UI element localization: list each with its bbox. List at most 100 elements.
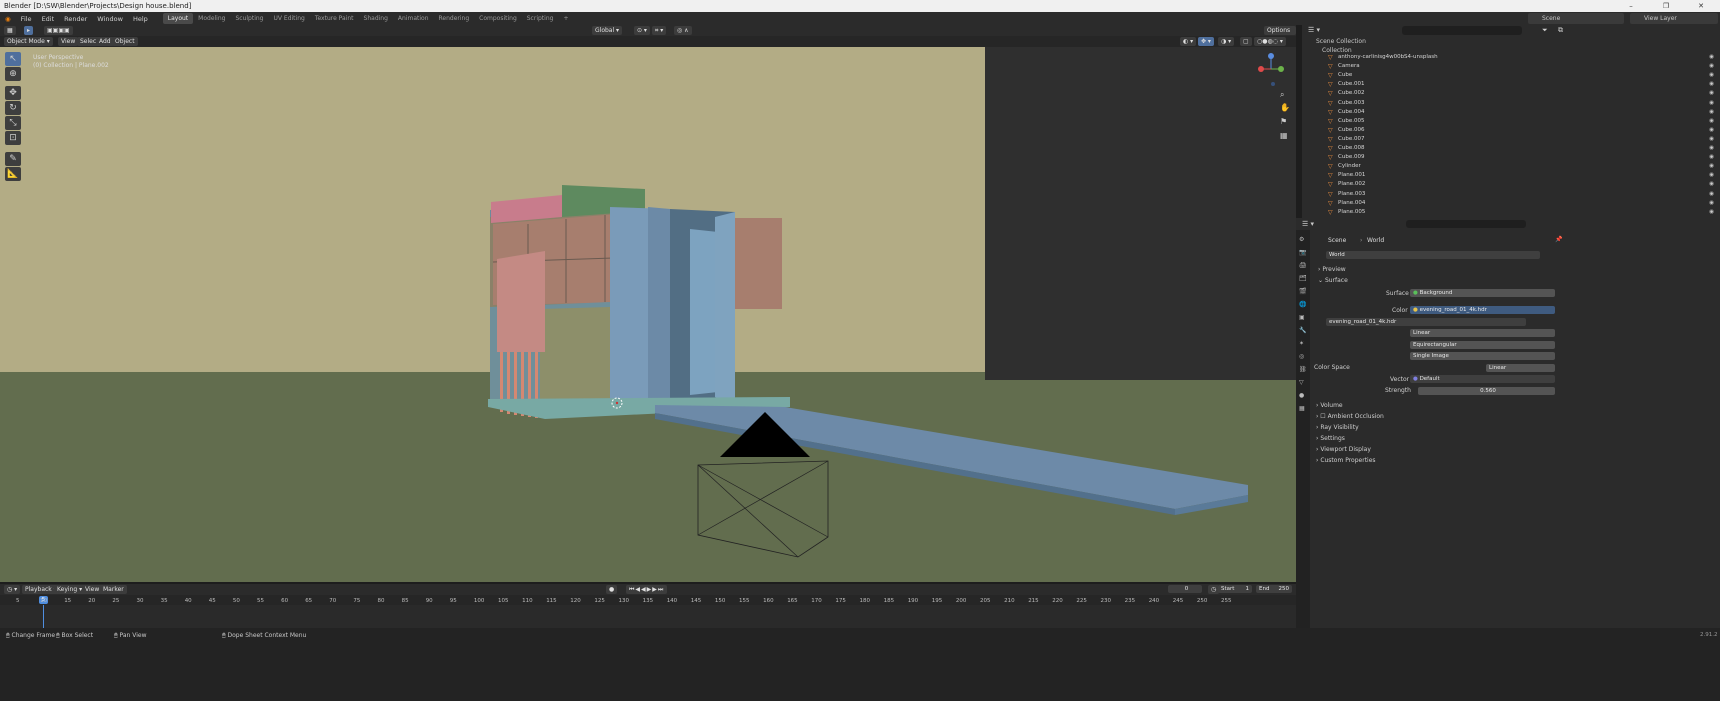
object-mode-dropdown[interactable]: Object Mode ▾ [4,37,53,46]
outliner-row[interactable]: ▽ Cube ◉ [1302,71,1720,80]
options-dropdown[interactable]: Options ▾ [1264,26,1296,43]
tab-sculpting[interactable]: Sculpting [230,13,268,24]
rotate-tool-icon[interactable]: ↻ [5,101,21,115]
tab-texture-paint[interactable]: Texture Paint [310,13,359,24]
tab-compositing[interactable]: Compositing [474,13,522,24]
scene-selector[interactable]: Scene [1528,13,1624,24]
3d-viewport[interactable] [0,47,1296,582]
menu-window[interactable]: Window [92,15,128,23]
cursor-tool-icon[interactable]: ⊕ [5,67,21,81]
panel-custom-properties[interactable]: › Custom Properties [1316,457,1376,464]
menu-help[interactable]: Help [128,15,153,23]
visibility-eye-icon[interactable]: ◉ [1709,71,1714,80]
vector-field[interactable]: ● Default [1410,375,1555,383]
scene-icon[interactable]: 🎬 [1299,288,1306,295]
visibility-eye-icon[interactable]: ◉ [1709,180,1714,189]
visibility-eye-icon[interactable]: ◉ [1709,208,1714,217]
visibility-eye-icon[interactable]: ◉ [1709,99,1714,108]
visibility-eye-icon[interactable]: ◉ [1709,162,1714,171]
visibility-eye-icon[interactable]: ◉ [1709,80,1714,89]
close-window-button[interactable]: ✕ [1686,0,1716,12]
visibility-eye-icon[interactable]: ◉ [1709,89,1714,98]
end-frame-field[interactable]: End 250 [1256,585,1292,593]
panel-ray-visibility[interactable]: › Ray Visibility [1316,424,1359,431]
current-frame-field[interactable]: 0 [1168,585,1202,593]
image-datablock-field[interactable]: evening_road_01_4k.hdr [1326,318,1526,326]
outliner-row[interactable]: ▽ Cube.007 ◉ [1302,135,1720,144]
outliner-row[interactable]: ▽ Cube.005 ◉ [1302,117,1720,126]
visibility-eye-icon[interactable]: ◉ [1709,126,1714,135]
output-icon[interactable]: 🖨 [1299,262,1307,269]
pivot-icon[interactable]: ⊙ ▾ [634,26,650,35]
color-input-field[interactable]: ● evening_road_01_4k.hdr [1410,306,1555,314]
visibility-eye-icon[interactable]: ◉ [1709,108,1714,117]
select-mode-icon[interactable]: ▸ [24,26,34,35]
visibility-eye-icon[interactable]: ◉ [1709,62,1714,71]
view-layer-selector[interactable]: View Layer [1630,13,1718,24]
outliner-row[interactable]: ▽ Cube.002 ◉ [1302,89,1720,98]
record-icon[interactable]: ● [606,585,618,594]
overlay-icon[interactable]: ◑ ▾ [1218,37,1235,46]
outliner-row[interactable]: ▽ Cube.006 ◉ [1302,126,1720,135]
pin-icon[interactable]: 📌 [1555,236,1562,243]
properties-search-input[interactable] [1406,220,1526,228]
visibility-eye-icon[interactable]: ◉ [1709,53,1714,62]
editor-type-icon[interactable]: ▦ [4,26,16,35]
physics-icon[interactable]: ◎ [1299,353,1304,360]
playback-controls-icon[interactable]: ⏮◀◀▶▶⏭ [626,585,668,594]
visibility-eye-icon[interactable]: ◉ [1709,171,1714,180]
menu-add[interactable]: Add [96,37,114,46]
scene-collection-label[interactable]: Scene Collection [1316,38,1366,45]
visibility-eye-icon[interactable]: ◉ [1709,199,1714,208]
proportional-edit-icon[interactable]: ◎ ∧ [674,26,692,35]
menu-render[interactable]: Render [59,15,92,23]
menu-object[interactable]: Object [112,37,138,46]
outliner-row[interactable]: ▽ Plane.002 ◉ [1302,180,1720,189]
visibility-eye-icon[interactable]: ◉ [1709,117,1714,126]
render-icon[interactable]: 📷 [1299,249,1306,256]
outliner-row[interactable]: ▽ Cube.008 ◉ [1302,144,1720,153]
tab-animation[interactable]: Animation [393,13,434,24]
move-tool-icon[interactable]: ✥ [5,86,21,100]
constraints-icon[interactable]: ⛓ [1299,366,1307,373]
shading-modes-icon[interactable]: ○●◍◌ ▾ [1254,37,1286,46]
interpolation-dropdown[interactable]: Linear [1410,329,1555,337]
visibility-icon[interactable]: ◐ ▾ [1180,37,1197,46]
outliner-row[interactable]: ▽ anthony-carlinisg4w00bS4-unsplash ◉ [1302,53,1720,62]
outliner-row[interactable]: ▽ Cube.009 ◉ [1302,153,1720,162]
panel-volume[interactable]: › Volume [1316,402,1343,409]
menu-file[interactable]: File [16,15,37,23]
outliner-row[interactable]: ▽ Cylinder ◉ [1302,162,1720,171]
outliner-row[interactable]: ▽ Plane.005 ◉ [1302,208,1720,217]
particles-icon[interactable]: ✶ [1299,340,1304,347]
maximize-button[interactable]: ❐ [1651,0,1681,12]
data-icon[interactable]: ▽ [1299,379,1304,386]
xray-icon[interactable]: ▢ [1240,37,1252,46]
modifier-icon[interactable]: 🔧 [1299,327,1306,334]
menu-view[interactable]: View [58,37,79,46]
perspective-toggle-icon[interactable]: ▦ [1280,131,1288,140]
properties-editor-icon[interactable]: ☰ ▾ [1302,220,1314,228]
outliner-editor-icon[interactable]: ☰ ▾ [1308,26,1320,34]
color-space-dropdown[interactable]: Linear [1486,364,1555,372]
panel-viewport-display[interactable]: › Viewport Display [1316,446,1371,453]
snap-icon[interactable]: ⌗ ▾ [652,26,667,35]
panel-settings[interactable]: › Settings [1316,435,1345,442]
object-icon[interactable]: ▣ [1299,314,1305,321]
tab-shading[interactable]: Shading [359,13,393,24]
view-layer-icon[interactable]: 🗂 [1299,275,1307,282]
tab-uv-editing[interactable]: UV Editing [269,13,310,24]
new-collection-icon[interactable]: ⧉ [1558,26,1563,35]
menu-marker[interactable]: Marker [100,585,127,594]
menu-edit[interactable]: Edit [37,15,60,23]
visibility-eye-icon[interactable]: ◉ [1709,153,1714,162]
outliner-row[interactable]: ▽ Plane.003 ◉ [1302,190,1720,199]
start-frame-field[interactable]: Start 1 [1218,585,1252,593]
visibility-eye-icon[interactable]: ◉ [1709,135,1714,144]
scale-tool-icon[interactable]: ⤡ [5,116,21,130]
select-box-tool-icon[interactable]: ↖ [5,52,21,66]
outliner-row[interactable]: ▽ Plane.001 ◉ [1302,171,1720,180]
menu-keying[interactable]: Keying ▾ [54,585,86,594]
source-dropdown[interactable]: Single Image [1410,352,1555,360]
add-workspace-button[interactable]: + [558,13,573,24]
